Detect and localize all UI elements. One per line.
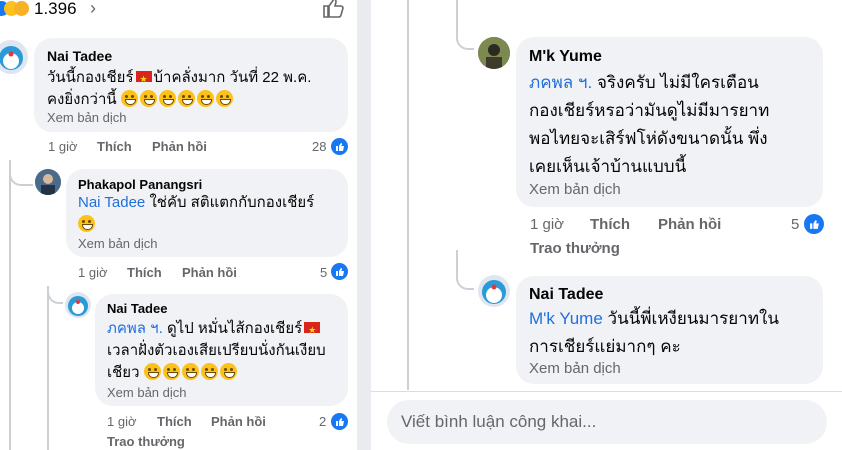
comment-time[interactable]: 1 giờ (107, 414, 137, 429)
see-translation-link[interactable]: Xem bản dịch (529, 360, 621, 377)
like-count[interactable]: 5 (791, 216, 799, 233)
comment-text: M'k Yume วันนี้พี่เหงียนมารยาทใน การเชีย… (529, 309, 779, 356)
comment-author[interactable]: Nai Tadee (529, 286, 603, 304)
grin-emoji-icon (158, 90, 176, 107)
grin-emoji-icon (162, 363, 180, 380)
thread-line (456, 250, 458, 270)
like-count[interactable]: 2 (319, 414, 326, 429)
mention-link[interactable]: ภคพล ฯ. (529, 73, 592, 92)
chevron-right-icon[interactable]: › (90, 0, 96, 19)
like-count[interactable]: 28 (312, 139, 326, 154)
reply-button[interactable]: Phản hồi (658, 216, 721, 233)
reply-button[interactable]: Phản hồi (182, 265, 237, 280)
thread-connector (456, 28, 474, 50)
mention-link[interactable]: ภคพล ฯ. (107, 320, 163, 337)
comment-time[interactable]: 1 giờ (48, 139, 78, 154)
comment-author[interactable]: Nai Tadee (47, 48, 112, 64)
comment-author[interactable]: M'k Yume (529, 48, 602, 66)
comment-text: วันนี้กองเชียร์บ้าคลั่งมาก วันที่ 22 พ.ค… (47, 67, 311, 111)
like-count[interactable]: 5 (320, 265, 327, 280)
like-button[interactable]: Thích (157, 414, 192, 429)
comment-text: ภคพล ฯ. จริงครับ ไม่มีใครเตือน กองเชียร์… (529, 73, 770, 176)
reply-bubble: Nai Tadee ภคพล ฯ. ดูไป หมั่นไส้กองเชียร์… (95, 294, 348, 406)
comment-text: Nai Tadee ใช่คับ สติแตกกับกองเชียร์ (78, 192, 314, 236)
mention-link[interactable]: Nai Tadee (78, 194, 145, 211)
like-button[interactable]: Thích (590, 216, 630, 233)
thread-line (407, 0, 409, 390)
grin-emoji-icon (200, 363, 218, 380)
avatar[interactable] (478, 275, 510, 307)
thumbs-up-icon[interactable] (322, 0, 344, 23)
grin-emoji-icon (143, 363, 161, 380)
thread-line (456, 0, 458, 30)
avatar[interactable] (65, 292, 91, 318)
like-badge-icon (331, 413, 348, 430)
reaction-count[interactable]: 1.396 (34, 0, 77, 19)
like-button[interactable]: Thích (127, 265, 162, 280)
like-badge-icon (331, 263, 348, 280)
reply-bubble: M'k Yume ภคพล ฯ. จริงครับ ไม่มีใครเตือน … (516, 37, 823, 207)
like-badge-icon (804, 214, 824, 234)
sad-reaction-icon (14, 1, 29, 16)
award-button[interactable]: Trao thưởng (530, 240, 620, 257)
reply-button[interactable]: Phản hồi (152, 139, 207, 154)
thread-connector (9, 160, 33, 186)
comment-author[interactable]: Nai Tadee (107, 301, 167, 316)
avatar[interactable] (0, 40, 28, 74)
thread-connector (456, 268, 474, 290)
divider (371, 391, 842, 392)
see-translation-link[interactable]: Xem bản dịch (107, 385, 187, 400)
vietnam-flag-icon (135, 68, 152, 90)
see-translation-link[interactable]: Xem bản dịch (529, 181, 621, 198)
avatar[interactable] (478, 37, 510, 69)
avatar[interactable] (35, 169, 61, 195)
grin-emoji-icon (181, 363, 199, 380)
see-translation-link[interactable]: Xem bản dịch (78, 236, 158, 251)
grin-emoji-icon (215, 90, 233, 107)
reply-bubble: Nai Tadee M'k Yume วันนี้พี่เหงียนมารยาท… (516, 276, 823, 384)
thread-line (47, 286, 49, 450)
grin-emoji-icon (78, 215, 95, 232)
thread-line (9, 160, 11, 450)
award-button[interactable]: Trao thưởng (107, 434, 185, 449)
thread-connector (47, 286, 63, 304)
comment-time[interactable]: 1 giờ (78, 265, 108, 280)
grin-emoji-icon (139, 90, 157, 107)
comment-bubble: Nai Tadee วันนี้กองเชียร์บ้าคลั่งมาก วัน… (34, 38, 348, 132)
like-badge-icon (331, 138, 348, 155)
reply-bubble: Phakapol Panangsri Nai Tadee ใช่คับ สติแ… (66, 169, 348, 257)
comment-composer[interactable]: Viết bình luận công khai... (387, 400, 827, 444)
comment-author[interactable]: Phakapol Panangsri (78, 177, 202, 192)
mention-link[interactable]: M'k Yume (529, 309, 603, 328)
reactions-bar[interactable]: 1.396 › (0, 0, 357, 22)
grin-emoji-icon (219, 363, 237, 380)
reply-button[interactable]: Phản hồi (211, 414, 266, 429)
right-comments-panel: M'k Yume ภคพล ฯ. จริงครับ ไม่มีใครเตือน … (371, 0, 842, 450)
grin-emoji-icon (120, 90, 138, 107)
like-button[interactable]: Thích (97, 139, 132, 154)
left-comments-panel: 1.396 › Nai Tadee วันนี้กองเชียร์บ้าคลั่… (0, 0, 357, 450)
see-translation-link[interactable]: Xem bản dịch (47, 110, 127, 125)
grin-emoji-icon (196, 90, 214, 107)
comment-text: ภคพล ฯ. ดูไป หมั่นไส้กองเชียร์ เวลาฝั่งต… (107, 318, 326, 384)
comment-time[interactable]: 1 giờ (530, 216, 564, 233)
comment-input[interactable]: Viết bình luận công khai... (401, 412, 596, 432)
grin-emoji-icon (177, 90, 195, 107)
vietnam-flag-icon (304, 319, 321, 341)
